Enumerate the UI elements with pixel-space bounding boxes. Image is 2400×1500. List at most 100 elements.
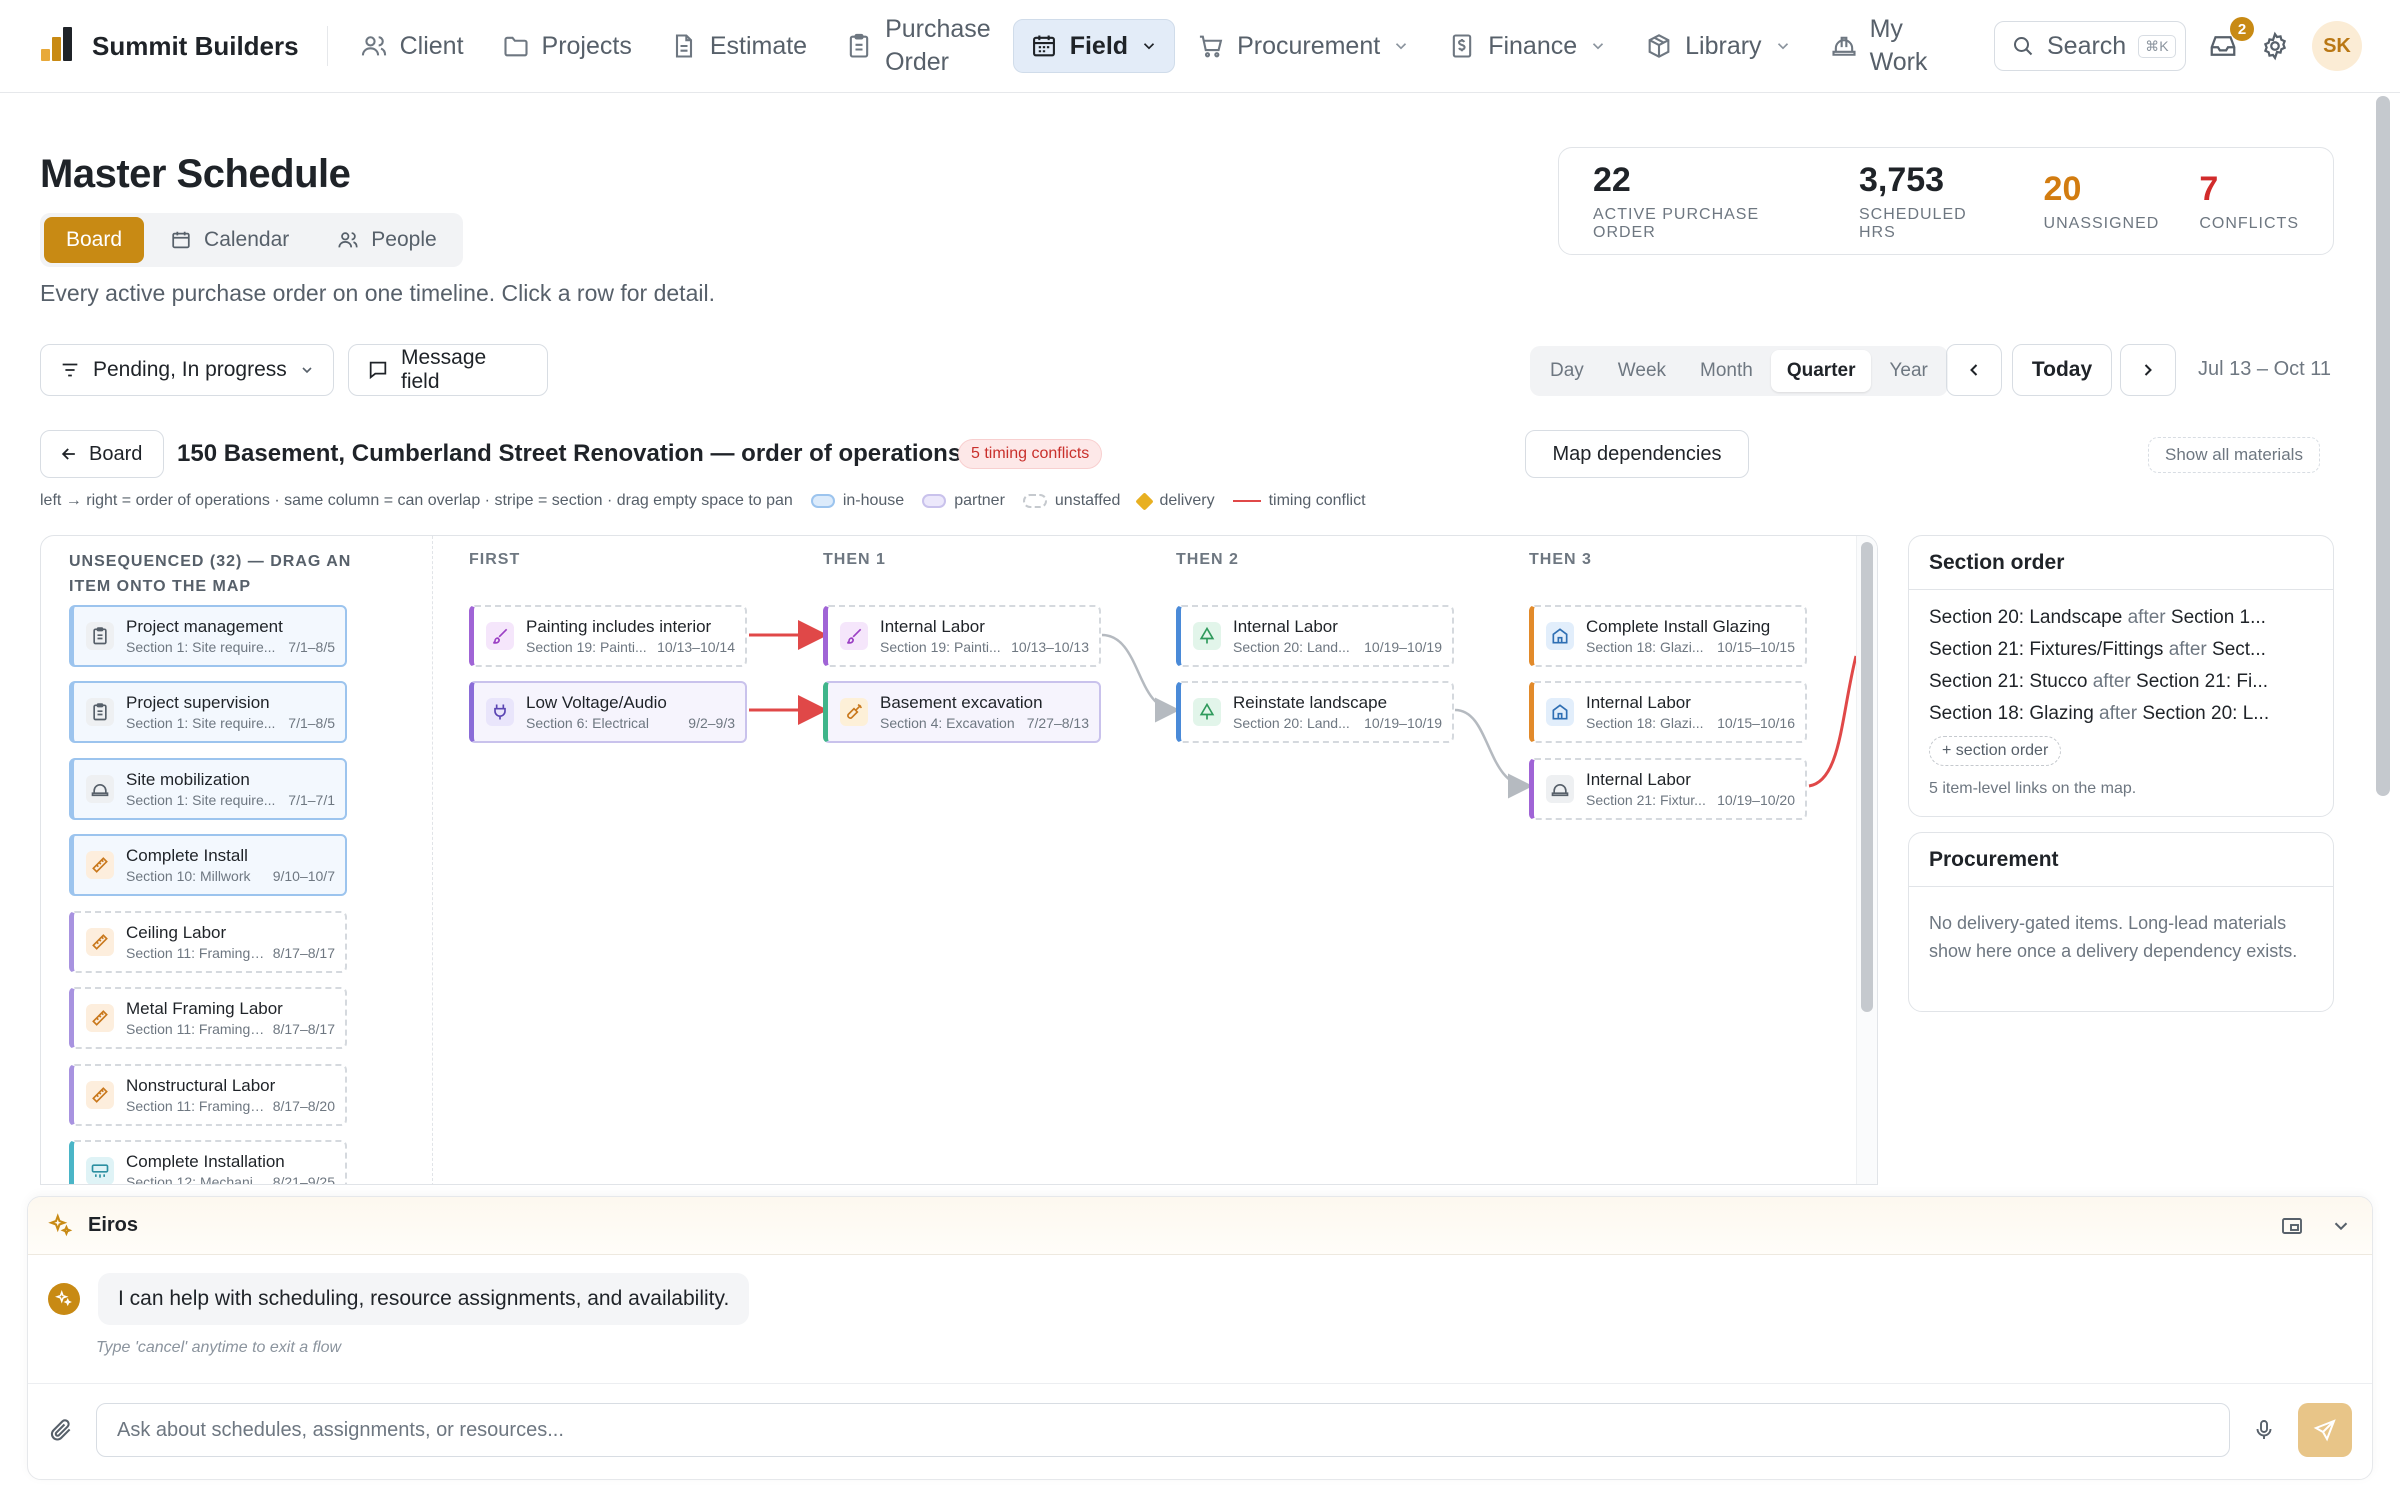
nav-item-purchase-order[interactable]: Purchase Order: [829, 15, 1007, 76]
section-order-row[interactable]: Section 21: Stucco after Section 21: Fi.…: [1909, 666, 2333, 698]
hardhat-icon: [1546, 775, 1574, 803]
assistant-name: Eiros: [88, 1214, 139, 1236]
ruler-icon: [86, 1081, 114, 1109]
sparkles-icon: [48, 1212, 74, 1239]
nav-item-projects[interactable]: Projects: [486, 19, 648, 73]
conflict-line-icon: [1232, 500, 1261, 502]
section-order-row[interactable]: Section 21: Fixtures/Fittings after Sect…: [1909, 634, 2333, 666]
sequenced-card[interactable]: Low Voltage/Audio Section 6: Electrical 9/…: [469, 681, 747, 743]
nav-item-finance[interactable]: Finance: [1432, 19, 1623, 73]
users-icon: [337, 229, 359, 251]
card-section: Section 1: Site require...: [126, 715, 276, 731]
sequenced-card[interactable]: Basement excavation Section 4: Excavation…: [823, 681, 1101, 743]
card-title: Complete Install Glazing: [1586, 617, 1771, 636]
sequenced-card[interactable]: Internal Labor Section 21: Fixtur... 10/19…: [1529, 758, 1807, 820]
card-dates: 10/19–10/20: [1717, 792, 1795, 808]
message-field-button[interactable]: Message field: [348, 344, 548, 396]
unsequenced-card[interactable]: Project supervision Section 1: Site requi…: [69, 681, 347, 743]
sequenced-card[interactable]: Complete Install Glazing Section 18: Glaz…: [1529, 605, 1807, 667]
range-month[interactable]: Month: [1684, 350, 1769, 392]
card-section: Section 1: Site require...: [126, 639, 276, 655]
unsequenced-card[interactable]: Nonstructural Labor Section 11: Framing .…: [69, 1064, 347, 1126]
view-people-button[interactable]: People: [315, 217, 458, 263]
chevron-down-icon: [1774, 37, 1792, 55]
sequenced-card[interactable]: Internal Labor Section 18: Glazi... 10/15–…: [1529, 681, 1807, 743]
card-title: Nonstructural Labor: [126, 1076, 276, 1095]
assistant-hint: Type 'cancel' anytime to exit a flow: [96, 1339, 342, 1356]
dependency-map[interactable]: UNSEQUENCED (32) — DRAG AN ITEM ONTO THE…: [40, 535, 1878, 1185]
card-section: Section 6: Electrical: [526, 715, 649, 731]
collapse-chevron-icon[interactable]: [2330, 1215, 2352, 1237]
popout-button[interactable]: [2280, 1214, 2304, 1238]
section-order-row[interactable]: Section 20: Landscape after Section 1...: [1909, 602, 2333, 634]
section-order-note: 5 item-level links on the map.: [1929, 780, 2137, 797]
view-toggle: Board Calendar People: [40, 213, 463, 267]
paperclip-icon[interactable]: [48, 1417, 74, 1443]
unsequenced-card[interactable]: Ceiling Labor Section 11: Framing ... 8/17…: [69, 911, 347, 973]
sequenced-card[interactable]: Painting includes interior Section 19: Pa…: [469, 605, 747, 667]
map-scrollbar[interactable]: [1861, 542, 1873, 1012]
page-scrollbar[interactable]: [2376, 96, 2390, 796]
unsequenced-card[interactable]: Metal Framing Labor Section 11: Framing .…: [69, 987, 347, 1049]
nav-item-client[interactable]: Client: [344, 19, 480, 73]
range-year[interactable]: Year: [1873, 350, 1943, 392]
dependency-link: [1454, 708, 1533, 799]
add-section-order-button[interactable]: + section order: [1929, 736, 2062, 766]
card-title: Reinstate landscape: [1233, 693, 1388, 712]
avatar[interactable]: SK: [2312, 21, 2362, 71]
settings-button[interactable]: [2260, 31, 2290, 61]
search-label: Search: [2047, 31, 2127, 60]
search-button[interactable]: Search ⌘K: [1994, 21, 2186, 71]
ruler-icon: [86, 928, 114, 956]
unsequenced-card[interactable]: Complete Installation Section 12: Mechani…: [69, 1140, 347, 1185]
map-title: 150 Basement, Cumberland Street Renovati…: [177, 440, 962, 467]
chevron-left-icon: [1964, 360, 1984, 380]
microphone-icon[interactable]: [2252, 1418, 2276, 1442]
show-all-materials-button[interactable]: Show all materials: [2148, 437, 2320, 473]
nav-item-procurement[interactable]: Procurement: [1181, 19, 1426, 73]
range-day[interactable]: Day: [1534, 350, 1600, 392]
status-filter-dropdown[interactable]: Pending, In progress: [40, 344, 334, 396]
timing-conflicts-badge[interactable]: 5 timing conflicts: [958, 439, 1103, 469]
sequenced-card[interactable]: Reinstate landscape Section 20: Land... 10…: [1176, 681, 1454, 743]
sequenced-card[interactable]: Internal Labor Section 19: Painti... 10/13…: [823, 605, 1101, 667]
section-order-row[interactable]: Section 18: Glazing after Section 20: L.…: [1909, 698, 2333, 730]
range-quarter[interactable]: Quarter: [1770, 350, 1872, 392]
nav-item-my-work[interactable]: My Work: [1814, 15, 1944, 76]
card-section: Section 11: Framing ...: [126, 1021, 265, 1037]
assistant-input[interactable]: [96, 1403, 2230, 1457]
view-board-button[interactable]: Board: [44, 217, 145, 263]
assistant-divider: [28, 1383, 2372, 1384]
card-title: Metal Framing Labor: [126, 999, 283, 1018]
nav-item-library[interactable]: Library: [1629, 19, 1807, 73]
card-dates: 8/17–8/17: [272, 945, 335, 961]
sequenced-card[interactable]: Internal Labor Section 20: Land... 10/19–1…: [1176, 605, 1454, 667]
map-dependencies-button[interactable]: Map dependencies: [1525, 430, 1749, 478]
paintbrush-icon: [486, 622, 514, 650]
today-button[interactable]: Today: [2012, 344, 2112, 396]
card-title: Complete Installation: [126, 1152, 285, 1171]
next-period-button[interactable]: [2120, 344, 2176, 396]
stat-scheduled-hrs: 3,753 SCHEDULED HRS: [1859, 161, 2004, 242]
card-section: Section 12: Mechani...: [126, 1174, 265, 1185]
nav-item-estimate[interactable]: Estimate: [654, 19, 823, 73]
procurement-text: No delivery-gated items. Long-lead mater…: [1929, 913, 2298, 961]
card-dates: 10/13–10/14: [657, 639, 735, 655]
gear-icon: [2260, 31, 2290, 61]
brand[interactable]: Summit Builders: [38, 27, 299, 65]
range-week[interactable]: Week: [1602, 350, 1682, 392]
unsequenced-card[interactable]: Site mobilization Section 1: Site require…: [69, 758, 347, 820]
send-button[interactable]: [2298, 1403, 2352, 1457]
prev-period-button[interactable]: [1946, 344, 2002, 396]
view-calendar-button[interactable]: Calendar: [148, 217, 311, 263]
inbox-button[interactable]: 2: [2208, 17, 2254, 61]
unsequenced-card[interactable]: Complete Install Section 10: Millwork 9/10…: [69, 834, 347, 896]
nav-item-field[interactable]: Field: [1012, 19, 1176, 73]
file-icon: [670, 32, 698, 60]
section-order-title: Section order: [1909, 536, 2333, 590]
stat-unassigned: 20 UNASSIGNED: [2044, 170, 2160, 233]
procurement-title: Procurement: [1909, 833, 2333, 887]
section-order-panel: Section order Section 20: Landscape afte…: [1908, 535, 2334, 817]
unsequenced-card[interactable]: Project management Section 1: Site requir…: [69, 605, 347, 667]
back-to-board-button[interactable]: Board: [40, 430, 164, 478]
